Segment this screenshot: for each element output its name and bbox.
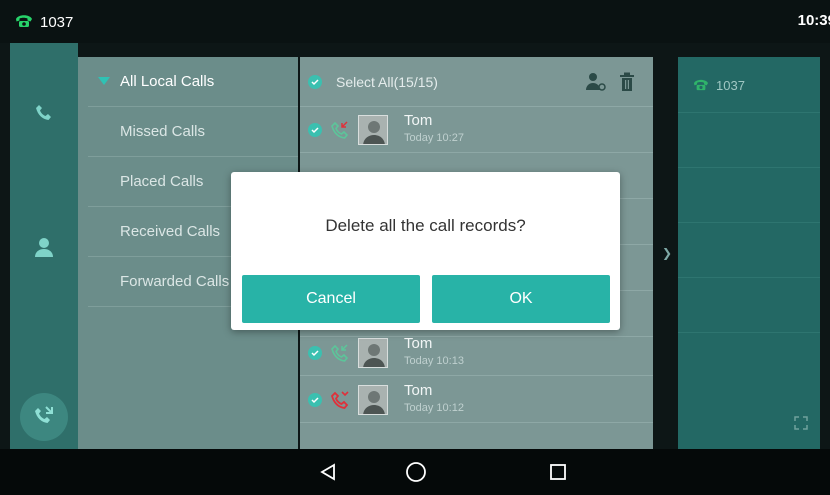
add-to-contacts-button[interactable] xyxy=(585,72,607,95)
line-panel: 1037 xyxy=(678,57,820,449)
expand-button[interactable] xyxy=(794,416,808,435)
status-extension-number: 1037 xyxy=(40,13,74,31)
list-header: Select All(15/15) xyxy=(300,57,653,107)
recents-icon xyxy=(550,464,566,480)
expand-icon xyxy=(794,416,808,430)
line-extension: 1037 xyxy=(716,78,745,93)
divider xyxy=(678,332,820,333)
call-record-row[interactable]: Tom Today 10:12 xyxy=(300,377,653,423)
chevron-right-icon: ❯ xyxy=(662,246,673,260)
trash-icon xyxy=(620,72,634,91)
history-icon xyxy=(33,404,55,431)
status-extension: 1037 xyxy=(14,12,73,32)
side-rail xyxy=(10,43,78,449)
status-time: 10:39 xyxy=(797,12,830,29)
select-all-checkbox[interactable] xyxy=(308,74,322,89)
phone-icon xyxy=(692,77,710,94)
menu-item-label: Placed Calls xyxy=(120,173,204,190)
call-time: Today 10:27 xyxy=(404,132,464,144)
header-actions xyxy=(585,72,635,95)
check-icon xyxy=(311,78,319,85)
check-icon xyxy=(311,127,319,134)
row-checkbox[interactable] xyxy=(308,123,322,137)
divider xyxy=(678,277,820,278)
contacts-button[interactable] xyxy=(24,229,64,269)
line-key[interactable]: 1037 xyxy=(692,77,745,94)
menu-item-missed-calls[interactable]: Missed Calls xyxy=(88,107,298,157)
missed-call-icon xyxy=(330,389,350,414)
call-time: Today 10:13 xyxy=(404,355,464,367)
row-checkbox[interactable] xyxy=(308,346,322,360)
check-icon xyxy=(311,397,319,404)
back-button[interactable] xyxy=(314,459,342,485)
dialog-message: Delete all the call records? xyxy=(325,216,526,235)
recents-button[interactable] xyxy=(544,459,572,485)
delete-confirm-dialog: Delete all the call records? Cancel OK xyxy=(231,172,620,330)
phone-icon xyxy=(34,103,54,128)
phone-screen: 1037 10:39 All Local Calls Missed Call xyxy=(0,0,830,495)
divider xyxy=(678,167,820,168)
avatar xyxy=(358,115,388,145)
caller-name: Tom xyxy=(404,112,433,129)
received-call-icon xyxy=(330,119,350,144)
delete-button[interactable] xyxy=(619,72,635,95)
history-button[interactable] xyxy=(20,393,68,441)
caller-name: Tom xyxy=(404,382,433,399)
back-icon xyxy=(320,463,335,481)
call-record-row[interactable]: Tom Today 10:13 xyxy=(300,330,653,376)
home-icon xyxy=(406,462,426,482)
menu-item-label: Missed Calls xyxy=(120,123,206,140)
received-call-icon xyxy=(330,342,350,367)
call-record-row[interactable]: Tom Today 10:27 xyxy=(300,107,653,153)
contacts-icon xyxy=(33,236,55,263)
cancel-button[interactable]: Cancel xyxy=(242,275,420,323)
row-checkbox[interactable] xyxy=(308,393,322,407)
ok-button[interactable]: OK xyxy=(432,275,610,323)
phone-icon xyxy=(14,12,34,32)
divider xyxy=(678,112,820,113)
check-icon xyxy=(311,350,319,357)
call-time: Today 10:12 xyxy=(404,402,464,414)
expand-arrow-icon xyxy=(98,77,110,85)
menu-item-label: All Local Calls xyxy=(120,73,215,90)
home-button[interactable] xyxy=(402,459,430,485)
status-bar: 1037 10:39 xyxy=(0,0,830,43)
avatar xyxy=(358,338,388,368)
user-icon xyxy=(586,73,606,91)
caller-name: Tom xyxy=(404,335,433,352)
navigation-bar xyxy=(0,449,830,495)
menu-item-label: Forwarded Calls xyxy=(120,273,230,290)
menu-item-all-local-calls[interactable]: All Local Calls xyxy=(88,57,298,107)
dialer-button[interactable] xyxy=(24,95,64,135)
divider xyxy=(678,222,820,223)
select-all-label: Select All(15/15) xyxy=(336,73,438,90)
menu-item-label: Received Calls xyxy=(120,223,221,240)
avatar xyxy=(358,385,388,415)
